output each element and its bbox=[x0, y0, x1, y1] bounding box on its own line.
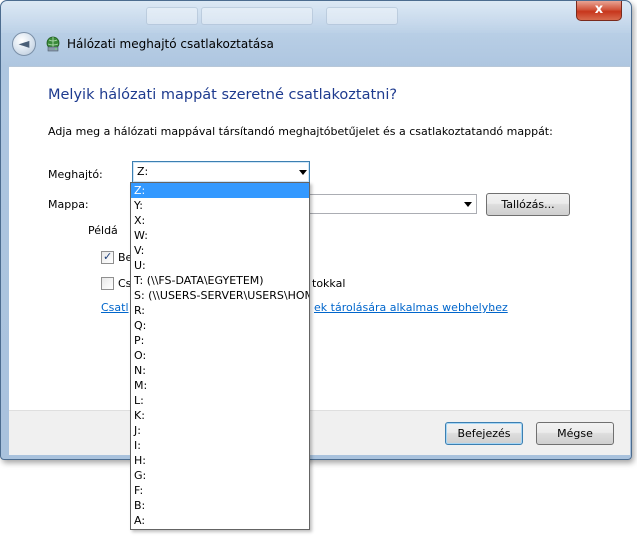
folder-label: Mappa: bbox=[48, 198, 89, 211]
close-icon: x bbox=[594, 2, 604, 17]
reconnect-checkbox[interactable]: ✓ bbox=[101, 250, 114, 264]
drive-select[interactable]: Z: bbox=[132, 161, 310, 183]
window-title: Hálózati meghajtó csatlakoztatása bbox=[67, 37, 274, 51]
dropdown-item[interactable]: N: bbox=[131, 363, 309, 378]
dropdown-item[interactable]: Y: bbox=[131, 198, 309, 213]
dropdown-item[interactable]: I: bbox=[131, 438, 309, 453]
chevron-down-icon bbox=[299, 170, 307, 175]
link-period: . bbox=[490, 301, 494, 314]
website-link-tail[interactable]: ek tárolására alkalmas webhelyhez bbox=[314, 301, 508, 314]
dropdown-item[interactable]: P: bbox=[131, 333, 309, 348]
dropdown-item[interactable]: Q: bbox=[131, 318, 309, 333]
background-toolbar-ghost bbox=[201, 7, 313, 25]
dropdown-item[interactable]: W: bbox=[131, 228, 309, 243]
dropdown-item[interactable]: L: bbox=[131, 393, 309, 408]
dropdown-item[interactable]: A: bbox=[131, 513, 309, 528]
website-link[interactable]: Csatl bbox=[101, 301, 129, 314]
credentials-label-tail: tokkal bbox=[312, 277, 346, 290]
folder-input[interactable] bbox=[309, 194, 477, 214]
dropdown-item[interactable]: Z: bbox=[131, 183, 309, 198]
network-drive-icon bbox=[46, 36, 60, 52]
dropdown-item[interactable]: M: bbox=[131, 378, 309, 393]
background-toolbar-ghost bbox=[146, 7, 198, 25]
instruction-text: Adja meg a hálózati mappával társítandó … bbox=[48, 125, 553, 138]
dropdown-item[interactable]: V: bbox=[131, 243, 309, 258]
back-button[interactable]: ◄ bbox=[12, 32, 36, 56]
dropdown-item[interactable]: H: bbox=[131, 453, 309, 468]
dropdown-item[interactable]: F: bbox=[131, 483, 309, 498]
drive-select-value: Z: bbox=[137, 165, 149, 178]
example-text: Példá bbox=[88, 224, 118, 237]
finish-button[interactable]: Befejezés bbox=[445, 422, 523, 445]
drive-label: Meghajtó: bbox=[48, 168, 103, 181]
dropdown-item[interactable]: U: bbox=[131, 258, 309, 273]
dropdown-item[interactable]: B: bbox=[131, 498, 309, 513]
chevron-down-icon bbox=[464, 202, 472, 207]
dropdown-item[interactable]: R: bbox=[131, 303, 309, 318]
wizard-footer: Befejezés Mégse bbox=[9, 410, 630, 455]
dropdown-item[interactable]: X: bbox=[131, 213, 309, 228]
dropdown-item[interactable]: O: bbox=[131, 348, 309, 363]
dropdown-item[interactable]: S: (\\USERS-SERVER\USERS\HOM bbox=[131, 288, 309, 303]
page-title: Melyik hálózati mappát szeretné csatlako… bbox=[48, 87, 398, 103]
background-toolbar-ghost bbox=[326, 7, 398, 25]
dropdown-item[interactable]: T: (\\FS-DATA\EGYETEM) bbox=[131, 273, 309, 288]
close-button[interactable]: x bbox=[576, 1, 622, 21]
browse-button[interactable]: Tallózás... bbox=[486, 193, 570, 216]
wizard-window: x ◄ Hálózati meghajtó csatlakoztatása Me… bbox=[0, 0, 632, 460]
credentials-checkbox[interactable] bbox=[101, 277, 114, 290]
title-bar bbox=[1, 1, 631, 33]
dropdown-item[interactable]: K: bbox=[131, 408, 309, 423]
wizard-content: Melyik hálózati mappát szeretné csatlako… bbox=[9, 66, 630, 411]
dropdown-item[interactable]: J: bbox=[131, 423, 309, 438]
dropdown-item[interactable]: G: bbox=[131, 468, 309, 483]
cancel-button[interactable]: Mégse bbox=[536, 422, 614, 445]
drive-dropdown-list[interactable]: Z: Y: X: W: V: U: T: (\\FS-DATA\EGYETEM) S: (\\… bbox=[130, 182, 310, 530]
checkmark-icon: ✓ bbox=[103, 250, 113, 263]
back-arrow-icon: ◄ bbox=[18, 36, 30, 52]
